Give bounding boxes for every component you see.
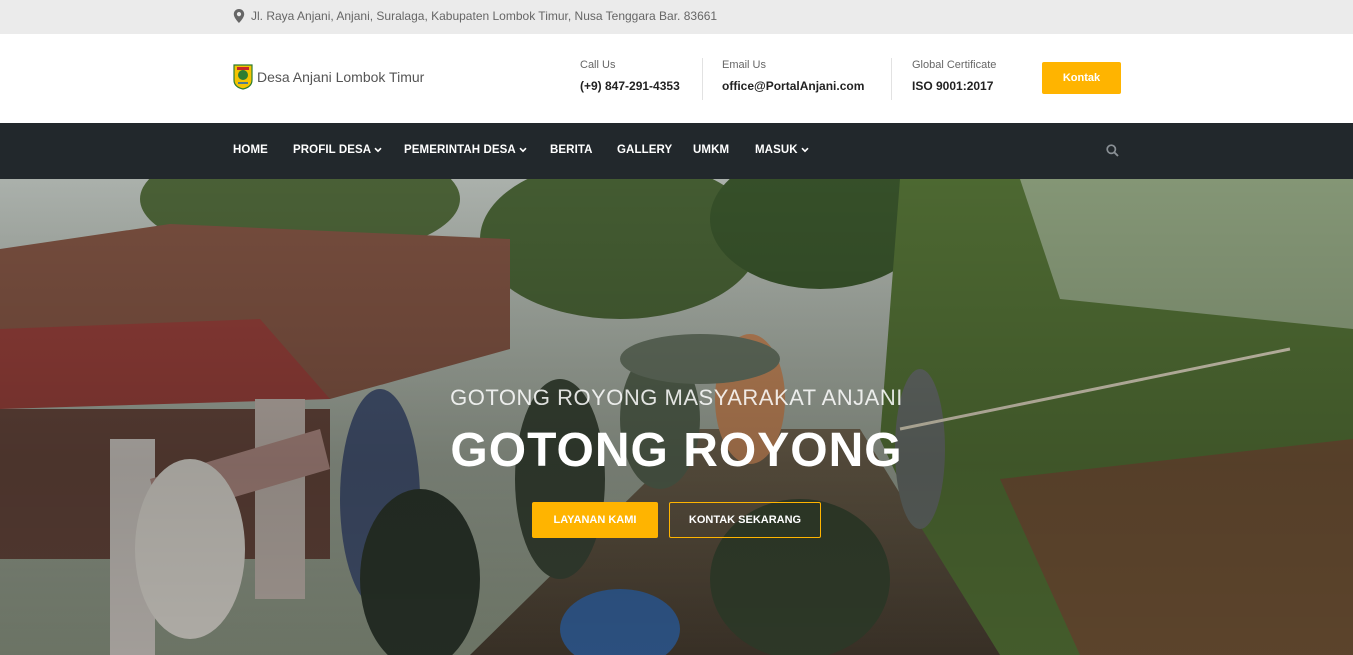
- call-label: Call Us: [580, 59, 616, 71]
- hero-slider: GOTONG ROYONG MASYARAKAT ANJANI GOTONG R…: [0, 179, 1353, 655]
- call-number[interactable]: (+9) 847-291-4353: [580, 79, 680, 93]
- hero-title: GOTONG ROYONG: [450, 424, 903, 477]
- hero-subtitle: GOTONG ROYONG MASYARAKAT ANJANI: [450, 385, 903, 410]
- nav-item-gallery[interactable]: GALLERY: [617, 144, 672, 156]
- village-logo-icon: [233, 64, 253, 90]
- address-block: Jl. Raya Anjani, Anjani, Suralaga, Kabup…: [233, 9, 717, 23]
- nav-item-profil-desa[interactable]: PROFIL DESA: [293, 144, 382, 156]
- contact-now-button[interactable]: KONTAK SEKARANG: [669, 502, 821, 538]
- nav-item-label: MASUK: [755, 144, 798, 156]
- main-nav: HOME PROFIL DESA PEMERINTAH DESA BERITA …: [0, 123, 1353, 179]
- site-header: Desa Anjani Lombok Timur Call Us (+9) 84…: [0, 34, 1353, 123]
- nav-item-pemerintah-desa[interactable]: PEMERINTAH DESA: [404, 144, 527, 156]
- nav-item-umkm[interactable]: UMKM: [693, 144, 729, 156]
- search-icon[interactable]: [1106, 144, 1119, 157]
- nav-item-label: PEMERINTAH DESA: [404, 144, 516, 156]
- nav-item-berita[interactable]: BERITA: [550, 144, 593, 156]
- call-info: Call Us (+9) 847-291-4353: [580, 59, 680, 93]
- chevron-down-icon: [519, 147, 527, 153]
- top-bar: Jl. Raya Anjani, Anjani, Suralaga, Kabup…: [0, 0, 1353, 34]
- email-label: Email Us: [722, 59, 767, 71]
- certificate-info: Global Certificate ISO 9001:2017: [912, 59, 996, 93]
- nav-item-label: PROFIL DESA: [293, 144, 372, 156]
- map-marker-icon: [233, 9, 245, 23]
- brand-link[interactable]: Desa Anjani Lombok Timur: [233, 64, 424, 90]
- services-button[interactable]: LAYANAN KAMI: [532, 502, 658, 538]
- chevron-down-icon: [801, 147, 809, 153]
- nav-item-masuk[interactable]: MASUK: [755, 144, 809, 156]
- certificate-value: ISO 9001:2017: [912, 79, 994, 93]
- nav-item-label: BERITA: [550, 144, 593, 156]
- nav-item-label: HOME: [233, 144, 268, 156]
- nav-item-label: GALLERY: [617, 144, 673, 156]
- nav-item-home[interactable]: HOME: [233, 144, 268, 156]
- divider: [702, 58, 703, 100]
- certificate-label: Global Certificate: [912, 59, 997, 71]
- brand-name: Desa Anjani Lombok Timur: [257, 69, 425, 85]
- hero-background-image: [0, 179, 1353, 655]
- chevron-down-icon: [374, 147, 382, 153]
- nav-item-label: UMKM: [693, 144, 730, 156]
- divider: [891, 58, 892, 100]
- address-text: Jl. Raya Anjani, Anjani, Suralaga, Kabup…: [251, 9, 718, 23]
- email-address[interactable]: office@PortalAnjani.com: [722, 79, 864, 93]
- email-info: Email Us office@PortalAnjani.com: [722, 59, 864, 93]
- contact-button[interactable]: Kontak: [1042, 62, 1121, 94]
